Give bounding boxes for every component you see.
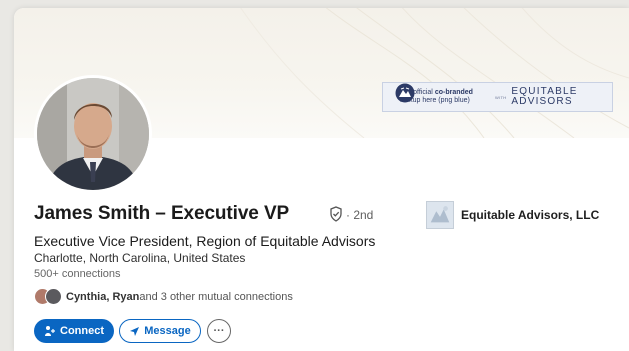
send-icon (130, 326, 140, 336)
profile-photo-image (37, 78, 149, 190)
lockup-caption-bold: co-branded (434, 89, 473, 96)
mutual-rest: and 3 other mutual connections (139, 291, 293, 303)
connect-label: Connect (60, 325, 104, 337)
equitable-logo-icon (395, 83, 415, 103)
brand-wordmark: EQUITABLE ADVISORS (511, 87, 577, 107)
mutual-names: Cynthia, Ryan (66, 291, 140, 303)
mutual-avatars (34, 288, 66, 306)
lockup-with-label: WITH (495, 94, 507, 100)
message-button[interactable]: Message (119, 319, 201, 343)
mutual-avatar-ryan (45, 288, 62, 305)
profile-name: James Smith – Executive VP (34, 203, 290, 224)
more-button[interactable]: ··· (207, 319, 231, 343)
message-label: Message (144, 325, 191, 337)
co-branded-lockup: Your official co-branded lockup here (pn… (382, 82, 613, 112)
verified-badge-icon[interactable] (328, 206, 344, 222)
connect-person-icon (45, 326, 55, 336)
company-logo (426, 201, 454, 229)
company-name: Equitable Advisors, LLC (461, 208, 600, 222)
connections-count[interactable]: 500+ connections (34, 268, 121, 280)
profile-card: Your official co-branded lockup here (pn… (14, 8, 629, 351)
brand-line2: ADVISORS (511, 96, 573, 107)
connect-button[interactable]: Connect (34, 319, 114, 343)
more-icon: ··· (213, 325, 225, 337)
profile-location: Charlotte, North Carolina, United States (34, 251, 246, 265)
mutual-connections[interactable]: Cynthia, Ryan and 3 other mutual connect… (34, 288, 293, 306)
profile-headline: Executive Vice President, Region of Equi… (34, 233, 376, 249)
company-link[interactable]: Equitable Advisors, LLC (426, 201, 599, 229)
profile-photo[interactable] (34, 75, 152, 193)
page: Your official co-branded lockup here (pn… (0, 0, 629, 351)
connection-degree: · 2nd (346, 208, 374, 222)
